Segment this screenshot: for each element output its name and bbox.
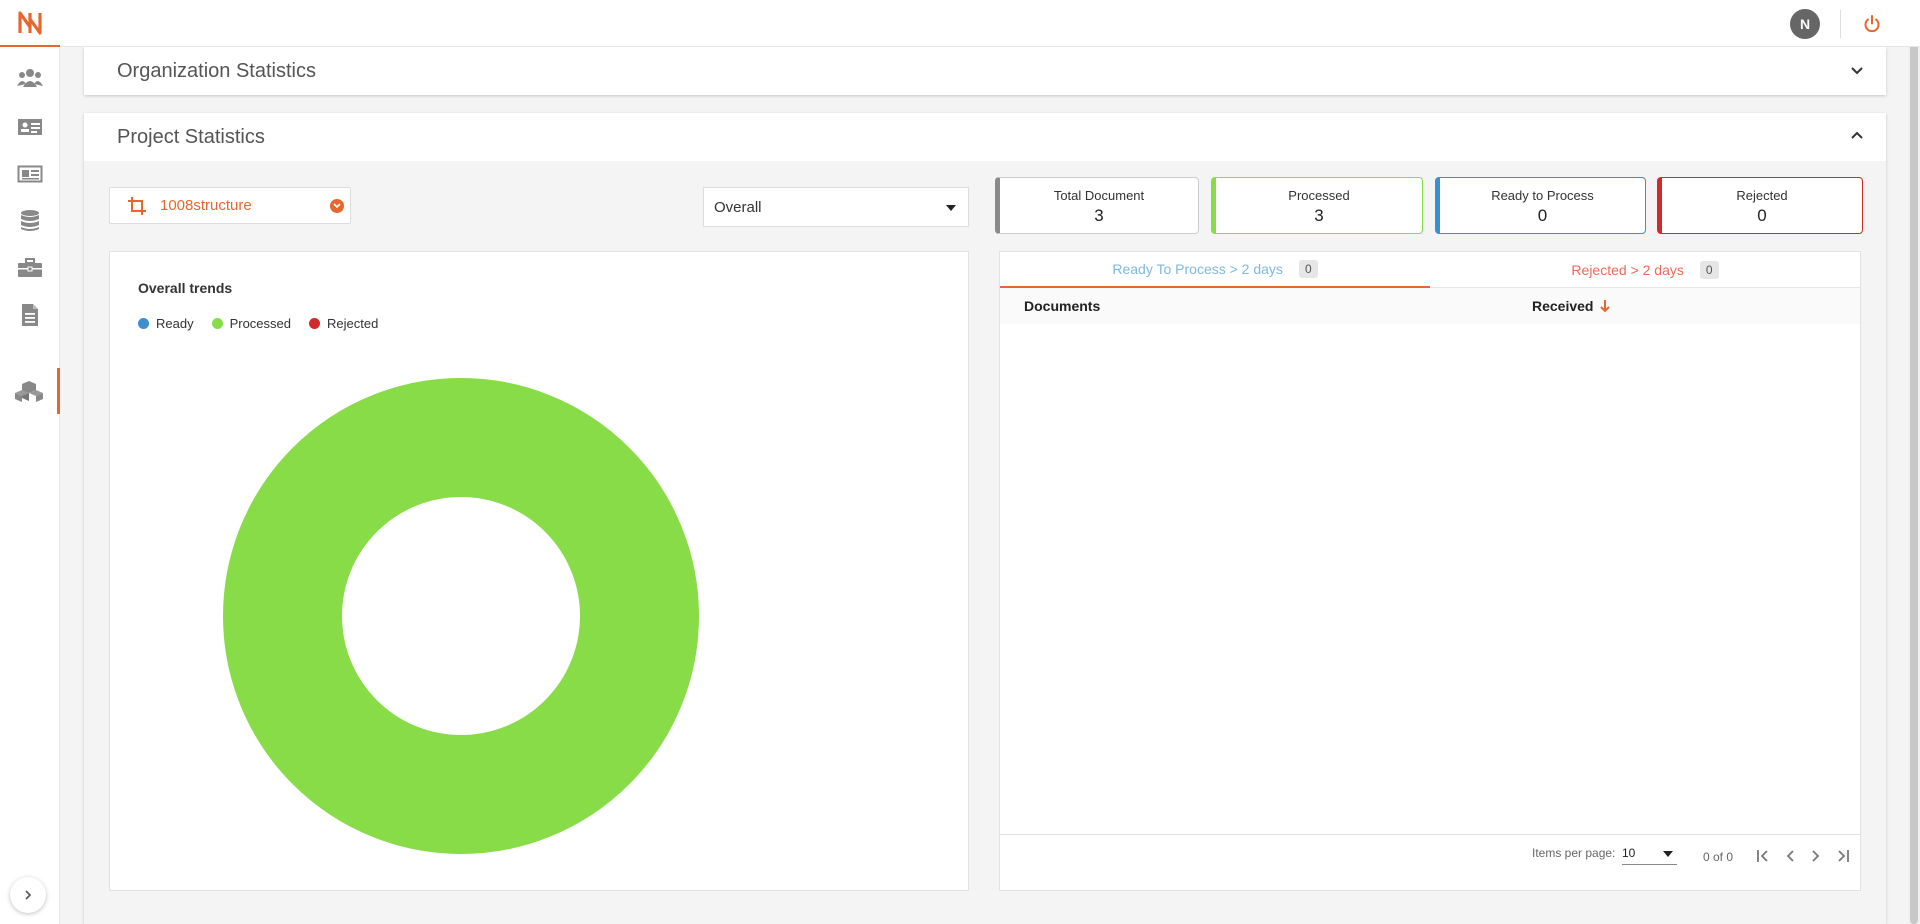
tab-count-badge: 0	[1699, 261, 1719, 279]
user-avatar[interactable]: N	[1790, 9, 1820, 39]
stat-label: Total Document	[1053, 188, 1145, 203]
sidebar-item-newspaper[interactable]	[0, 151, 60, 197]
sidebar-item-briefcase[interactable]	[0, 245, 60, 291]
sidebar-item-database[interactable]	[0, 198, 60, 244]
overall-trends-card: Overall trends Ready Processed Rejected	[109, 251, 969, 891]
column-header-received[interactable]: Received	[1532, 298, 1611, 314]
power-icon	[1864, 15, 1880, 33]
sidebar-expand-button[interactable]	[10, 877, 46, 913]
project-statistics-header: Project Statistics	[84, 113, 1886, 161]
stat-card-total-document: Total Document 3	[995, 177, 1199, 234]
newspaper-icon	[17, 165, 43, 183]
stat-card-processed: Processed 3	[1211, 177, 1423, 234]
tab-ready-to-process[interactable]: Ready To Process > 2 days 0	[1000, 252, 1430, 288]
items-per-page-select[interactable]: 10	[1622, 843, 1677, 865]
logo[interactable]	[0, 0, 60, 47]
stat-label: Ready to Process	[1491, 188, 1594, 203]
column-header-documents[interactable]: Documents	[1024, 298, 1100, 314]
tab-rejected[interactable]: Rejected > 2 days 0	[1430, 252, 1860, 288]
first-page-icon	[1757, 850, 1768, 862]
stat-label: Rejected	[1736, 188, 1788, 203]
sidebar	[0, 47, 60, 924]
topbar-divider	[1840, 10, 1841, 38]
app-logo-icon	[18, 10, 42, 35]
next-page-button[interactable]	[1805, 845, 1827, 867]
id-card-icon	[18, 119, 42, 135]
last-page-icon	[1838, 850, 1849, 862]
page-range: 0 of 0	[1703, 850, 1734, 864]
chevron-left-icon	[1786, 850, 1794, 862]
period-select[interactable]: Overall	[703, 187, 969, 227]
stat-card-rejected: Rejected 0	[1657, 177, 1863, 234]
caret-down-icon	[1663, 851, 1673, 857]
paginator: Items per page: 10 0 of 0	[1000, 834, 1860, 890]
stat-label: Processed	[1288, 188, 1350, 203]
organization-statistics-title: Organization Statistics	[117, 60, 316, 82]
sidebar-item-id-card[interactable]	[0, 104, 60, 150]
top-bar: N	[0, 0, 1920, 47]
chevron-right-icon	[25, 890, 32, 900]
crop-icon	[126, 195, 148, 217]
project-statistics-panel: Project Statistics 1008structure Overall…	[84, 113, 1886, 924]
items-per-page-value: 10	[1622, 846, 1636, 860]
page-scrollbar[interactable]	[1908, 0, 1920, 924]
database-icon	[21, 210, 39, 231]
aging-documents-card: Ready To Process > 2 days 0 Rejected > 2…	[999, 251, 1861, 891]
column-header-label: Received	[1532, 298, 1594, 314]
chevron-up-icon[interactable]	[1850, 129, 1864, 141]
tab-label: Rejected > 2 days	[1571, 262, 1684, 278]
boxes-icon	[14, 381, 43, 402]
previous-page-button[interactable]	[1779, 845, 1801, 867]
chevron-down-icon[interactable]	[1850, 65, 1864, 77]
donut-slice-processed[interactable]	[223, 378, 699, 854]
briefcase-icon	[18, 258, 42, 277]
tab-bar: Ready To Process > 2 days 0 Rejected > 2…	[1000, 252, 1860, 288]
stat-card-ready-to-process: Ready to Process 0	[1435, 177, 1646, 234]
items-per-page-label: Items per page:	[1532, 846, 1616, 860]
scrollbar-thumb[interactable]	[1910, 20, 1918, 924]
chevron-right-icon	[1812, 850, 1820, 862]
sidebar-item-users[interactable]	[0, 55, 60, 101]
stat-value: 0	[1757, 206, 1767, 225]
caret-down-icon	[946, 205, 956, 211]
first-page-button[interactable]	[1753, 845, 1775, 867]
organization-statistics-panel: Organization Statistics	[84, 47, 1886, 95]
project-name: 1008structure	[160, 197, 252, 214]
users-icon	[17, 69, 43, 87]
tab-count-badge: 0	[1298, 260, 1318, 278]
dropdown-circle-icon	[330, 199, 344, 213]
arrow-down-icon	[1600, 300, 1611, 313]
logout-button[interactable]	[1858, 10, 1886, 38]
stat-value: 3	[1094, 206, 1104, 225]
tab-label: Ready To Process > 2 days	[1112, 261, 1283, 277]
stat-value: 0	[1537, 206, 1548, 225]
sidebar-item-projects[interactable]	[0, 368, 60, 414]
document-icon	[22, 304, 38, 326]
table-header: Documents Received	[1000, 288, 1860, 324]
sidebar-item-document[interactable]	[0, 292, 60, 338]
period-value: Overall	[714, 198, 762, 216]
project-selector[interactable]: 1008structure	[109, 187, 351, 224]
last-page-button[interactable]	[1831, 845, 1853, 867]
donut-chart	[223, 378, 699, 854]
stat-value: 3	[1314, 206, 1324, 225]
project-statistics-title: Project Statistics	[117, 126, 265, 148]
